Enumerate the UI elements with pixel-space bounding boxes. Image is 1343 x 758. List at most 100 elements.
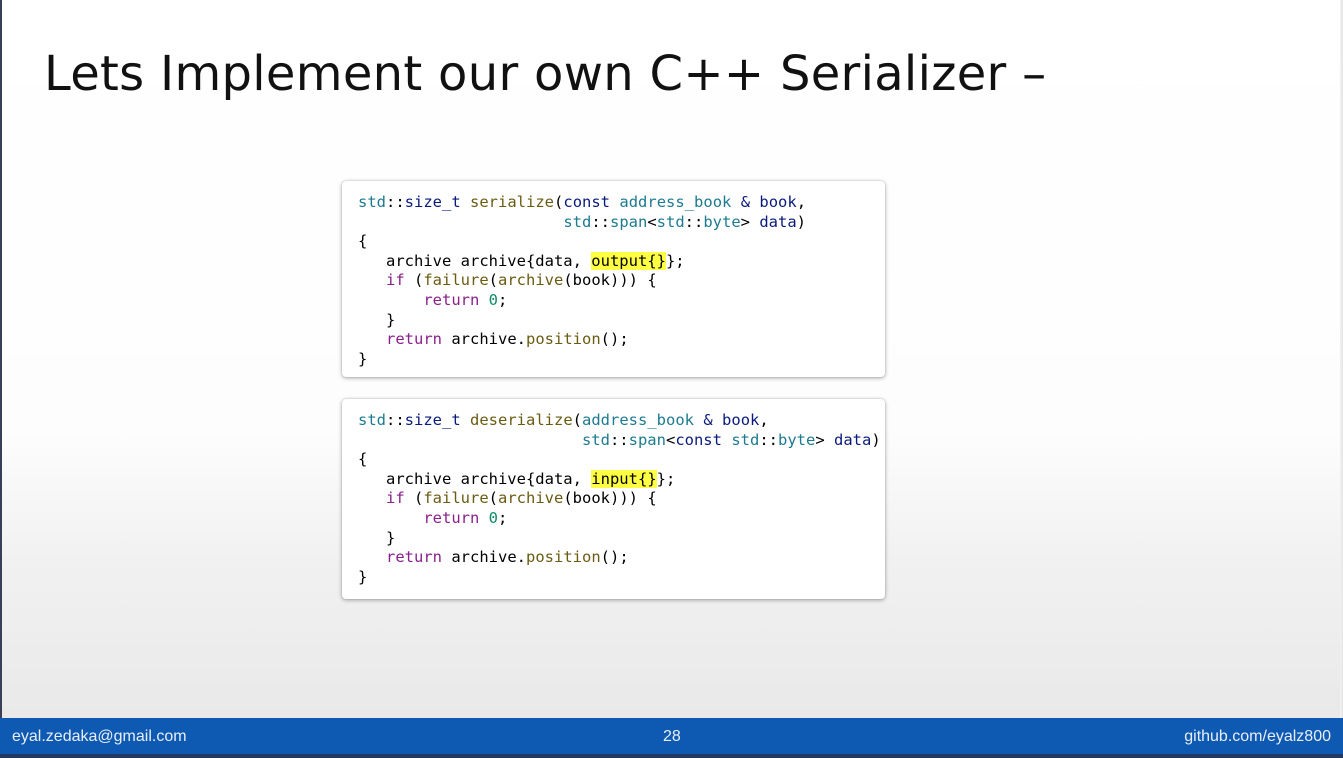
code-token: data <box>834 430 872 449</box>
code-token: (); <box>600 548 629 567</box>
code-token: archive. <box>442 330 526 349</box>
code-token: < <box>647 212 657 231</box>
highlighted-token: input{} <box>591 469 657 488</box>
code-token: const <box>563 193 611 211</box>
code-token: archive. <box>442 548 526 567</box>
code-token: return <box>423 508 480 527</box>
code-token: , <box>759 411 769 429</box>
slide-left-border <box>0 0 2 758</box>
code-line: } <box>358 350 367 368</box>
code-line: std::size_t deserialize(address_book & b… <box>358 411 769 429</box>
code-token: if <box>386 489 405 508</box>
code-token: } <box>358 349 368 368</box>
code-token: const <box>675 430 722 449</box>
code-token: { <box>358 450 368 469</box>
code-line: std::span<const std::byte> data) <box>358 431 881 449</box>
serialize-code-box: std::size_t serialize(const address_book… <box>342 181 885 377</box>
code-token: data <box>759 212 797 231</box>
code-token: ) <box>796 212 806 231</box>
code-line: std::span<std::byte> data) <box>358 213 806 231</box>
code-token: std <box>731 430 760 449</box>
code-token: ( <box>554 193 564 211</box>
code-token: & <box>703 411 713 429</box>
code-token: ; <box>498 290 508 309</box>
code-line: } <box>358 311 395 329</box>
code-token: > <box>815 430 834 449</box>
code-token: :: <box>386 193 405 211</box>
code-token: book <box>722 411 760 429</box>
code-token: :: <box>684 212 704 231</box>
code-line: return archive.position(); <box>358 548 629 566</box>
code-token: (book))) { <box>563 489 657 508</box>
code-token: & <box>740 193 751 211</box>
code-line: if (failure(archive(book))) { <box>358 271 657 289</box>
code-token: :: <box>759 430 778 449</box>
code-line: std::size_t serialize(const address_book… <box>358 193 806 211</box>
code-token: return <box>386 548 442 567</box>
code-line: archive archive{data, input{}}; <box>358 469 676 488</box>
code-token: < <box>665 430 676 449</box>
code-token: address_book <box>582 411 694 429</box>
code-token: size_t <box>404 193 461 211</box>
code-token: archive archive{data, <box>358 469 592 488</box>
code-token: span <box>609 212 648 231</box>
code-token: ( <box>488 489 499 508</box>
code-line: return archive.position(); <box>358 330 629 348</box>
code-token: } <box>358 567 368 586</box>
code-token: std <box>656 212 685 231</box>
code-token: std <box>358 411 386 429</box>
code-line: return 0; <box>358 509 507 527</box>
code-token: }; <box>665 251 685 270</box>
code-token: ( <box>404 489 424 508</box>
code-token: std <box>358 193 386 211</box>
code-token: (); <box>600 330 629 349</box>
footer-bottom-strip <box>0 754 1343 758</box>
code-token: serialize <box>470 193 555 211</box>
code-token: , <box>796 193 807 211</box>
code-token: (book))) { <box>563 271 657 290</box>
footer-page-number: 28 <box>663 728 681 745</box>
code-token: failure <box>423 489 489 508</box>
code-line: { <box>358 232 367 250</box>
code-line: } <box>358 568 367 586</box>
deserialize-code-box: std::size_t deserialize(address_book & b… <box>342 399 885 599</box>
code-token: book <box>759 193 797 211</box>
code-token: }; <box>656 469 676 488</box>
code-token: ; <box>498 508 508 527</box>
code-token: :: <box>609 430 629 449</box>
code-token: ( <box>488 271 499 290</box>
code-token: size_t <box>404 411 461 429</box>
code-token: 0 <box>488 290 499 309</box>
code-token: :: <box>591 212 610 231</box>
footer-email: eyal.zedaka@gmail.com <box>12 728 187 745</box>
code-line: return 0; <box>358 291 507 309</box>
footer-github-link: github.com/eyalz800 <box>1184 728 1331 745</box>
deserialize-code: std::size_t deserialize(address_book & b… <box>358 411 881 587</box>
code-token: archive <box>498 489 564 508</box>
code-token: byte <box>778 430 816 449</box>
code-token: } <box>358 528 396 547</box>
code-token: span <box>628 430 666 449</box>
code-token: return <box>386 330 442 349</box>
code-token: ) <box>871 430 881 449</box>
code-token: archive <box>498 271 564 290</box>
code-token: archive archive{data, <box>358 251 592 270</box>
highlighted-token: output{} <box>591 251 666 270</box>
code-token: address_book <box>619 193 732 211</box>
code-line: archive archive{data, output{}}; <box>358 251 685 270</box>
code-token: position <box>526 330 601 349</box>
